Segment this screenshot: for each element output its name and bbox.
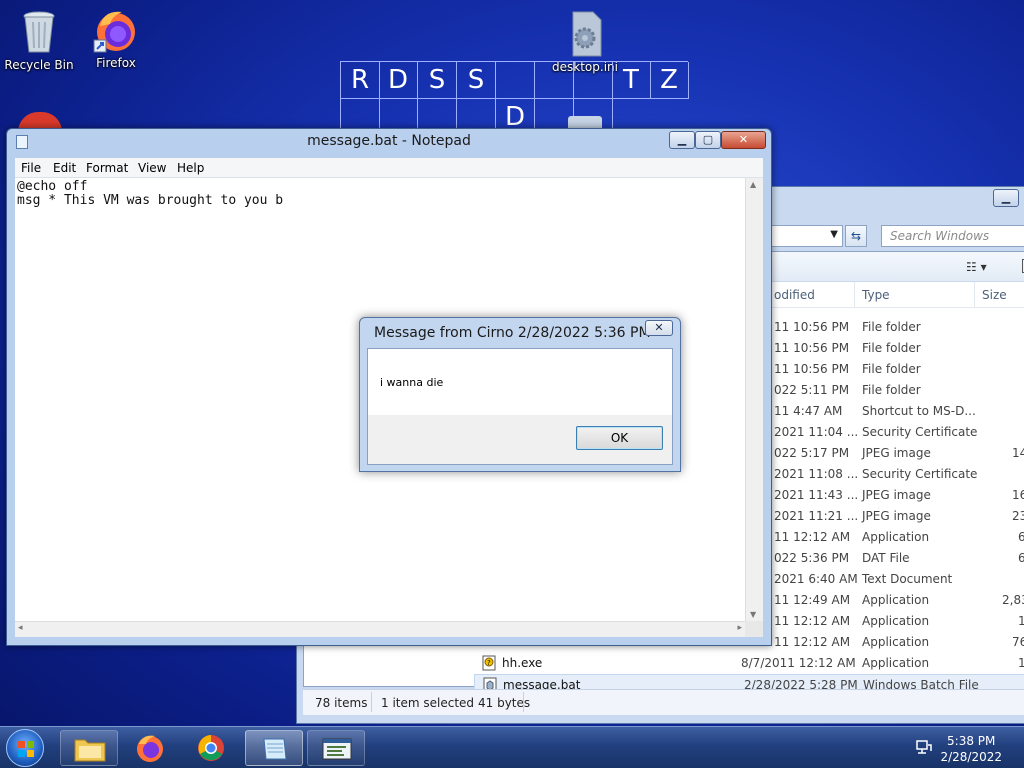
application-file-icon: ?: [482, 655, 496, 674]
dialog-title: Message from Cirno 2/28/2022 5:36 PM: [374, 325, 651, 341]
message-text: i wanna die: [380, 376, 444, 389]
notepad-icon: [263, 738, 287, 760]
scroll-left-icon[interactable]: ◂: [18, 623, 23, 633]
minimize-button[interactable]: ▁: [993, 189, 1019, 207]
wallpaper-letter: D: [379, 62, 418, 99]
explorer-icon: [74, 739, 106, 762]
message-dialog: Message from Cirno 2/28/2022 5:36 PM ✕ i…: [359, 317, 681, 472]
menu-view[interactable]: View: [138, 161, 166, 175]
console-window-icon: [322, 738, 352, 760]
desktop-icon-recycle-bin[interactable]: Recycle Bin: [1, 8, 77, 72]
vertical-scrollbar[interactable]: ▲ ▼: [745, 178, 763, 621]
close-icon: ✕: [654, 321, 664, 334]
wallpaper-letter: T: [612, 62, 651, 99]
wallpaper-letter: R: [341, 62, 380, 99]
taskbar-console-window[interactable]: [307, 730, 365, 766]
scroll-up-icon[interactable]: ▲: [750, 180, 756, 189]
file-name: hh.exe: [502, 656, 543, 670]
menu-edit[interactable]: Edit: [53, 161, 76, 175]
firefox-icon: [92, 6, 140, 54]
desktop-icon-label: Firefox: [96, 56, 136, 70]
svg-text:?: ?: [487, 659, 491, 667]
wallpaper-cell: [574, 62, 613, 99]
chrome-icon: [198, 735, 224, 761]
clock-time: 5:38 PM: [947, 734, 996, 748]
menu-format[interactable]: Format: [86, 161, 128, 175]
menu-help[interactable]: Help: [177, 161, 204, 175]
status-item-count: 78 items: [315, 696, 368, 710]
status-bar: 78 items 1 item selected 41 bytes: [303, 689, 1024, 715]
scroll-right-icon[interactable]: ▸: [737, 623, 742, 633]
refresh-icon: ⇆: [850, 229, 862, 243]
view-options-icon[interactable]: ☷ ▾: [966, 260, 987, 274]
menu-file[interactable]: File: [21, 161, 41, 175]
system-clock[interactable]: 5:38 PM 2/28/2022: [940, 733, 1002, 765]
clock-date: 2/28/2022: [940, 750, 1002, 764]
start-orb-icon[interactable]: [6, 729, 44, 767]
address-bar[interactable]: ▼: [767, 225, 843, 247]
desktop-icon-label: Recycle Bin: [4, 58, 74, 72]
window-title: message.bat - Notepad: [307, 133, 471, 149]
maximize-button[interactable]: ▢: [695, 131, 721, 149]
taskbar-chrome[interactable]: [182, 730, 240, 766]
taskbar-explorer[interactable]: [60, 730, 118, 766]
column-header-date-modified[interactable]: odified: [774, 288, 815, 302]
dialog-body: i wanna die: [367, 348, 673, 415]
scroll-down-icon[interactable]: ▼: [750, 610, 756, 619]
ok-button[interactable]: OK: [576, 426, 663, 450]
column-header-type[interactable]: Type: [862, 288, 890, 302]
taskbar-notepad[interactable]: [245, 730, 303, 766]
table-row[interactable]: ? hh.exe 8/7/2011 12:12 AM Application 1: [304, 653, 1024, 674]
settings-file-icon: [561, 10, 609, 58]
wallpaper-cell: [535, 62, 574, 99]
taskbar: 5:38 PM 2/28/2022: [0, 726, 1024, 768]
wallpaper-letter-grid: R D S S T Z D: [340, 61, 689, 136]
wallpaper-letter: S: [418, 62, 457, 99]
column-header-size[interactable]: Size: [982, 288, 1007, 302]
status-selected: 1 item selected: [381, 696, 475, 710]
taskbar-firefox[interactable]: [121, 730, 179, 766]
horizontal-scrollbar[interactable]: ◂ ▸: [15, 621, 745, 637]
recycle-bin-icon: [15, 8, 63, 56]
size-grip[interactable]: [745, 621, 763, 637]
menu-bar: File Edit Format View Help: [15, 158, 763, 178]
dialog-footer: OK: [367, 415, 673, 465]
chevron-down-icon[interactable]: ▼: [830, 229, 838, 240]
firefox-icon: [137, 735, 163, 762]
refresh-button[interactable]: ⇆: [845, 225, 867, 247]
minimize-button[interactable]: ▁: [669, 131, 695, 149]
desktop-icon-firefox[interactable]: Firefox: [78, 6, 154, 70]
search-input[interactable]: Search Windows: [881, 225, 1024, 247]
close-button[interactable]: ✕: [721, 131, 766, 149]
wallpaper-letter: Z: [650, 62, 689, 99]
wallpaper-cell: [496, 62, 535, 99]
network-icon[interactable]: [915, 739, 933, 758]
wallpaper-letter: S: [457, 62, 496, 99]
close-button[interactable]: ✕: [645, 320, 673, 336]
